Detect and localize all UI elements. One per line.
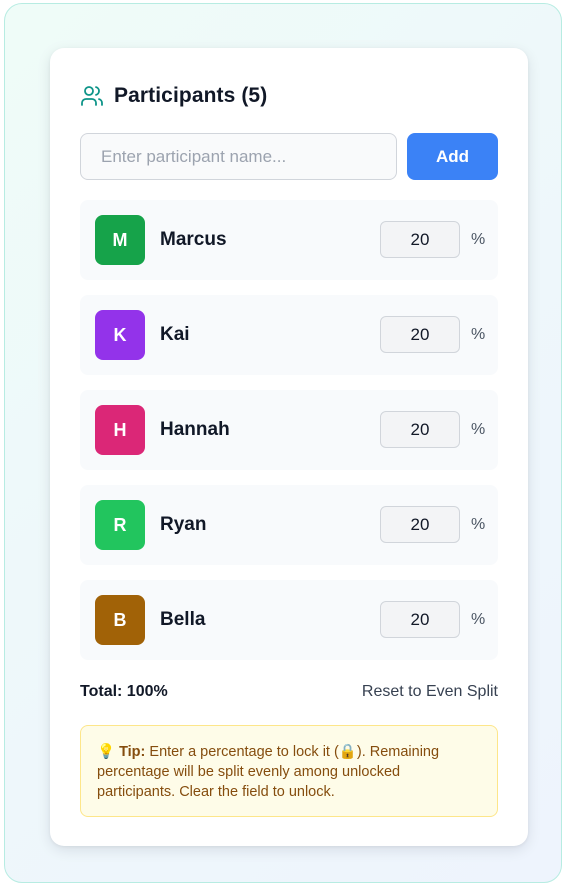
participant-name: Bella xyxy=(160,609,206,630)
tip-box: 💡 Tip: Enter a percentage to lock it (🔒).… xyxy=(80,725,498,817)
participant-name: Hannah xyxy=(160,419,230,440)
participant-list: M Marcus % K Kai % H Hannah % R Ryan xyxy=(80,200,498,675)
participant-row: B Bella % xyxy=(80,580,498,660)
participants-card: Participants (5) Add M Marcus % K Kai % … xyxy=(50,48,528,846)
percent-sign: % xyxy=(471,611,486,628)
percent-sign: % xyxy=(471,421,486,438)
avatar: R xyxy=(95,500,145,550)
tip-label: Tip: xyxy=(119,744,146,760)
avatar: B xyxy=(95,595,145,645)
percent-sign: % xyxy=(471,231,486,248)
users-icon xyxy=(80,84,104,108)
avatar: H xyxy=(95,405,145,455)
percentage-input[interactable] xyxy=(380,221,460,258)
participant-row: H Hannah % xyxy=(80,390,498,470)
participant-name: Ryan xyxy=(160,514,207,535)
percentage-input[interactable] xyxy=(380,411,460,448)
percent-sign: % xyxy=(471,516,486,533)
reset-even-split-button[interactable]: Reset to Even Split xyxy=(362,683,498,701)
card-header: Participants (5) xyxy=(80,82,267,110)
avatar: M xyxy=(95,215,145,265)
page-title: Participants (5) xyxy=(114,84,268,107)
total-percentage: Total: 100% xyxy=(80,683,168,700)
percent-sign: % xyxy=(471,326,486,343)
participant-row: R Ryan % xyxy=(80,485,498,565)
app-background: Participants (5) Add M Marcus % K Kai % … xyxy=(4,3,562,883)
avatar: K xyxy=(95,310,145,360)
tip-text: Enter a percentage to lock it (🔒). Remai… xyxy=(97,744,440,800)
percentage-input[interactable] xyxy=(380,601,460,638)
participant-row: M Marcus % xyxy=(80,200,498,280)
participant-name-input[interactable] xyxy=(80,133,397,180)
add-participant-button[interactable]: Add xyxy=(407,133,498,180)
participant-name: Kai xyxy=(160,324,190,345)
participant-name: Marcus xyxy=(160,229,227,250)
percentage-input[interactable] xyxy=(380,506,460,543)
lightbulb-icon: 💡 xyxy=(97,744,116,760)
participant-row: K Kai % xyxy=(80,295,498,375)
percentage-input[interactable] xyxy=(380,316,460,353)
